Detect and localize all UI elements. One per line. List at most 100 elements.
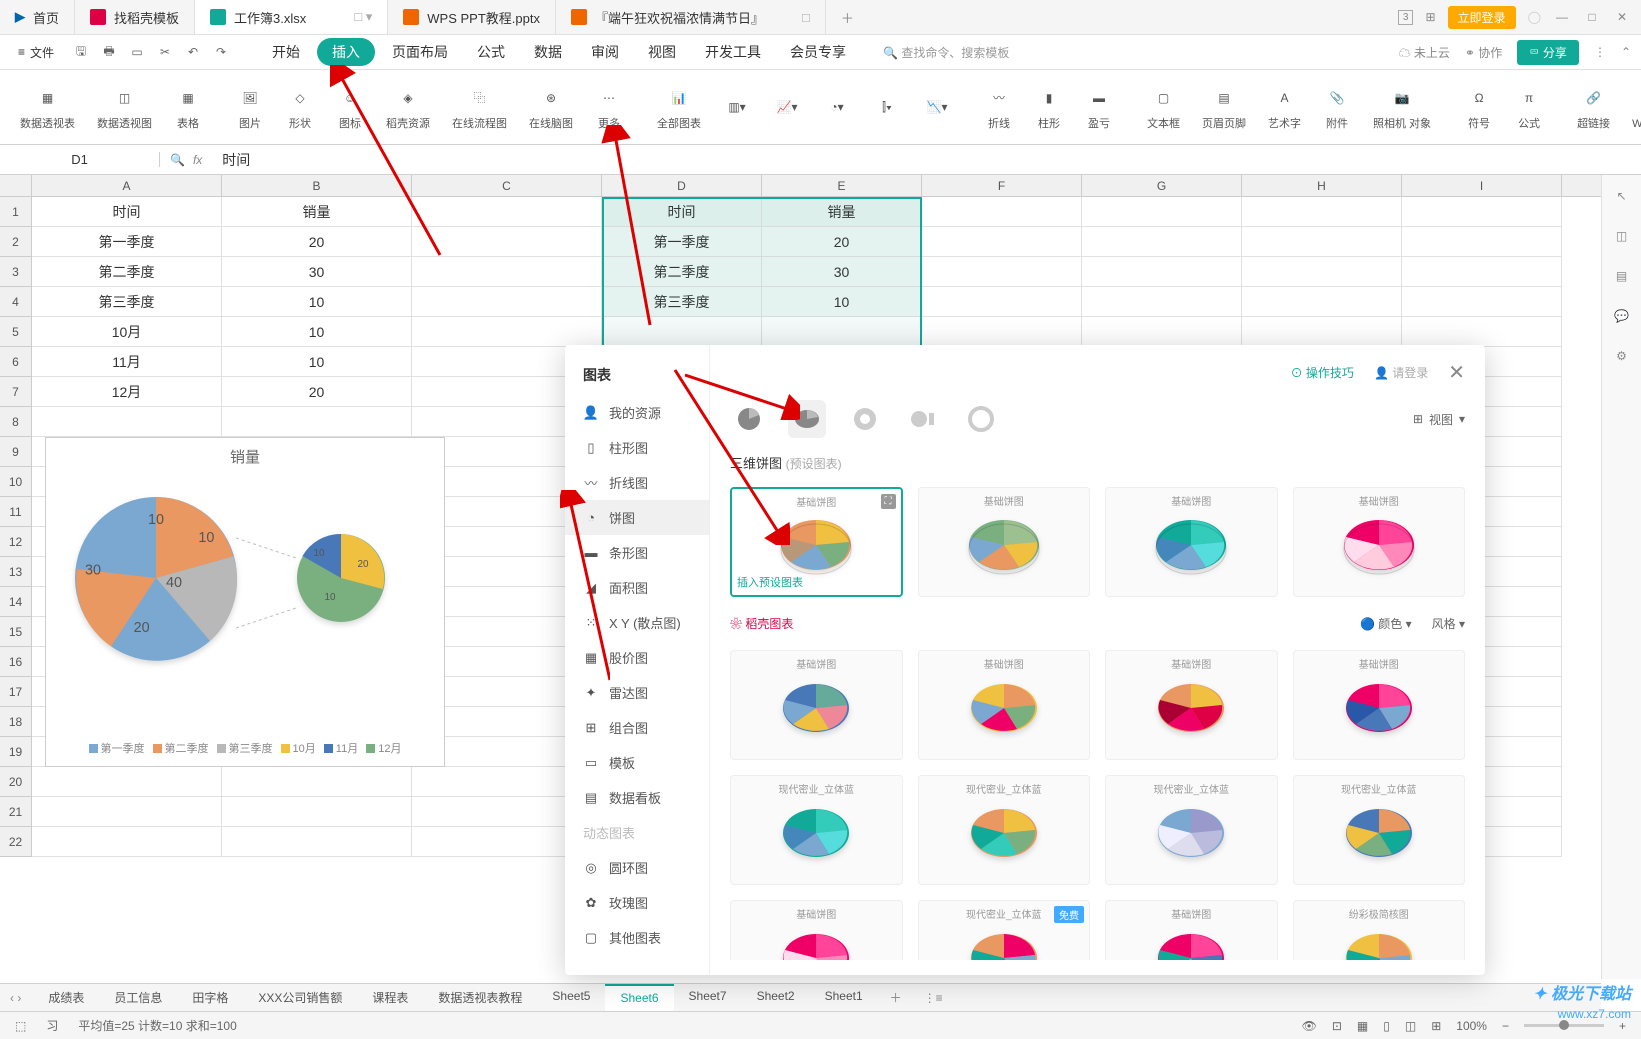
cell[interactable] [32,797,222,827]
cell[interactable]: 第二季度 [32,257,222,287]
tab-templates[interactable]: 找稻壳模板 [75,0,195,34]
pie2d-tab[interactable] [730,400,768,438]
preset-thumb[interactable]: 基础饼图 [918,487,1091,597]
bar-pie-tab[interactable] [904,400,942,438]
collab-button[interactable]: ⚭ 协作 [1465,44,1502,61]
cell[interactable] [762,317,922,347]
cell[interactable] [412,257,602,287]
ribbon-chart2[interactable]: 📈▾ [763,90,811,124]
sidebar-rose[interactable]: ✿玫瑰图 [565,885,709,920]
cell[interactable] [922,257,1082,287]
ribbon-pivot-table[interactable]: ▦数据透视表 [10,81,85,134]
row-header[interactable]: 16 [0,647,32,677]
add-sheet-button[interactable]: ＋ [880,989,912,1006]
tab-ppt1[interactable]: WPS PPT教程.pptx [388,0,556,34]
cell[interactable] [412,197,602,227]
col-header-A[interactable]: A [32,175,222,196]
ribbon-table[interactable]: ▦表格 [164,81,212,134]
docer-thumb[interactable]: 现代密业_立体蓝 [1293,775,1466,885]
share-button[interactable]: ⮹ 分享 [1517,40,1579,65]
ribbon-header[interactable]: ▤页眉页脚 [1192,81,1256,134]
cell[interactable] [1402,227,1562,257]
cell[interactable] [922,317,1082,347]
color-filter[interactable]: 🔵 颜色 ▾ [1360,615,1412,632]
menu-member[interactable]: 会员专享 [778,37,858,67]
tab-menu-icon[interactable]: □ ▾ [354,9,372,25]
ribbon-sparkline-line[interactable]: 〰折线 [975,81,1023,134]
badge-icon[interactable]: 3 [1398,10,1414,25]
docer-thumb[interactable]: 基础饼图 [1105,900,1278,960]
ribbon-flowchart[interactable]: ⿻在线流程图 [442,81,517,134]
embedded-chart[interactable]: 销量 10 30 40 20 10 10 20 10 [45,437,445,767]
fx-label[interactable]: fx [193,153,202,167]
cell[interactable] [32,407,222,437]
docer-thumb[interactable]: 基础饼图 [1293,650,1466,760]
tips-link[interactable]: ⊙ 操作技巧 [1291,364,1354,381]
view-toggle[interactable]: ⊞ 视图 ▾ [1413,411,1465,428]
cell[interactable] [1242,257,1402,287]
ribbon-equation[interactable]: π公式 [1505,81,1553,134]
ribbon-icon[interactable]: ☺图标 [326,81,374,134]
menu-data[interactable]: 数据 [522,37,574,67]
rs-style-icon[interactable]: ◫ [1611,225,1633,247]
sheet-tab[interactable]: 田字格 [177,984,243,1011]
cell[interactable] [1402,197,1562,227]
sidebar-donut[interactable]: ◎圆环图 [565,850,709,885]
row-header[interactable]: 17 [0,677,32,707]
view-break-icon[interactable]: ⊞ [1431,1019,1441,1033]
ribbon-shape[interactable]: ◇形状 [276,81,324,134]
cell[interactable]: 第三季度 [32,287,222,317]
row-header[interactable]: 8 [0,407,32,437]
ribbon-chart4[interactable]: ⫿▾ [863,90,911,124]
cell[interactable]: 30 [222,257,412,287]
sheet-tab[interactable]: XXX公司销售额 [243,984,357,1011]
row-header[interactable]: 19 [0,737,32,767]
redo-icon[interactable]: ↷ [212,43,230,61]
cell[interactable]: 第三季度 [602,287,762,317]
tab-ppt2[interactable]: 『端午狂欢祝福浓情满节日』□ [556,0,826,34]
ribbon-camera[interactable]: 📷照相机 对象 [1363,81,1441,134]
row-header[interactable]: 5 [0,317,32,347]
ribbon-chart5[interactable]: 📉▾ [913,90,961,124]
sheet-nav[interactable]: ‹ › [10,991,21,1005]
cell[interactable]: 10月 [32,317,222,347]
sheet-tab[interactable]: 员工信息 [99,984,177,1011]
sidebar-radar[interactable]: ✦雷达图 [565,675,709,710]
login-link[interactable]: 👤 请登录 [1374,364,1428,381]
cell[interactable] [1402,317,1562,347]
sheet-list-button[interactable]: ⋮≡ [914,991,953,1005]
ribbon-sparkline-col[interactable]: ▮柱形 [1025,81,1073,134]
cell[interactable]: 20 [222,377,412,407]
maximize-button[interactable]: □ [1583,8,1601,26]
row-header[interactable]: 3 [0,257,32,287]
ring-tab[interactable] [962,400,1000,438]
menu-insert[interactable]: 插入 [317,38,375,66]
rs-select-icon[interactable]: ↖ [1611,185,1633,207]
cell[interactable] [222,407,412,437]
cell[interactable] [222,797,412,827]
ribbon-attach[interactable]: 📎附件 [1313,81,1361,134]
docer-thumb[interactable]: 现代密业_立体蓝 [730,775,903,885]
sheet-tab[interactable]: Sheet7 [674,984,742,1011]
ribbon-symbol[interactable]: Ω符号 [1455,81,1503,134]
close-button[interactable]: ✕ [1613,8,1631,26]
cell[interactable] [412,227,602,257]
zoom-value[interactable]: 100% [1456,1019,1487,1033]
sheet-tab[interactable]: 成绩表 [33,984,99,1011]
sheet-tab[interactable]: Sheet2 [742,984,810,1011]
sidebar-stock[interactable]: ▦股价图 [565,640,709,675]
docer-thumb[interactable]: 现代密业_立体蓝免费 [918,900,1091,960]
row-header[interactable]: 4 [0,287,32,317]
cell[interactable]: 销量 [222,197,412,227]
cell[interactable] [32,827,222,857]
row-header[interactable]: 1 [0,197,32,227]
row-header[interactable]: 21 [0,797,32,827]
row-header[interactable]: 10 [0,467,32,497]
more-icon[interactable]: ⋮ [1594,45,1606,59]
row-header[interactable]: 18 [0,707,32,737]
minimize-button[interactable]: — [1553,8,1571,26]
row-header[interactable]: 6 [0,347,32,377]
col-header-B[interactable]: B [222,175,412,196]
print-icon[interactable]: 🖶 [100,43,118,61]
menu-start[interactable]: 开始 [260,37,312,67]
